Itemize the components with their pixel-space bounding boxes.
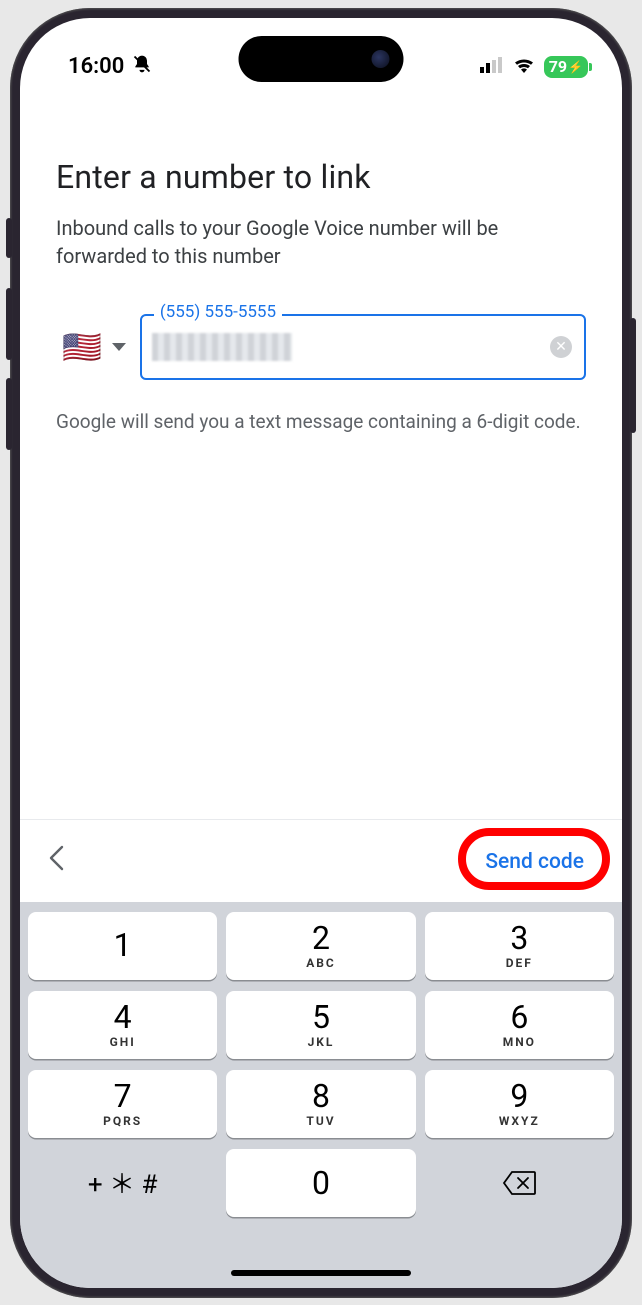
battery-level: 79 [549,57,567,76]
key-letters: JKL [308,1035,335,1049]
do-not-disturb-icon [132,54,152,80]
key-2[interactable]: 2 ABC [226,912,415,980]
phone-input-container: (555) 555-5555 ✕ [140,314,586,380]
key-digit: 6 [510,1001,528,1033]
phone-input-label: (555) 555-5555 [154,302,282,322]
key-3[interactable]: 3 DEF [425,912,614,980]
key-letters: TUV [306,1114,335,1128]
key-8[interactable]: 8 TUV [226,1070,415,1138]
key-letters: PQRS [103,1114,142,1128]
send-code-button[interactable]: Send code [471,840,598,884]
flag-icon: 🇺🇸 [62,328,102,366]
key-letters: GHI [110,1035,136,1049]
key-9[interactable]: 9 WXYZ [425,1070,614,1138]
key-backspace[interactable] [425,1149,614,1217]
key-letters: ABC [306,956,336,970]
power-button [630,318,636,433]
chevron-left-icon [48,845,64,871]
key-digit: 9 [510,1080,528,1112]
key-digit: 8 [312,1080,330,1112]
page-subtitle: Inbound calls to your Google Voice numbe… [56,214,586,270]
clear-input-button[interactable]: ✕ [550,336,572,358]
wifi-icon [512,54,536,79]
charging-icon: ⚡ [568,60,583,74]
volume-down-button [6,378,12,450]
phone-frame: 16:00 79⚡ Enter a number to link Inbound… [10,8,632,1298]
key-digit: 0 [312,1167,330,1199]
home-indicator[interactable] [231,1270,411,1276]
key-digit: 4 [114,1001,132,1033]
key-letters: DEF [506,956,533,970]
battery-indicator: 79⚡ [544,56,588,78]
volume-up-button [6,288,12,360]
backspace-icon [502,1170,536,1196]
front-camera-icon [372,50,390,68]
key-digit: 2 [312,922,330,954]
key-letters: MNO [503,1035,536,1049]
country-select[interactable]: 🇺🇸 [56,328,126,366]
cellular-signal-icon [480,54,504,79]
chevron-down-icon [112,343,126,351]
phone-input-row: 🇺🇸 (555) 555-5555 ✕ [56,314,586,380]
back-button[interactable] [48,844,64,879]
numeric-keyboard: 1 2 ABC 3 DEF 4 GHI 5 JKL 6 MNO 7 PQRS 8 TUV 9 W… [20,902,622,1288]
side-button [6,218,12,258]
close-icon: ✕ [555,340,567,354]
key-symbols[interactable]: + ＊ # [28,1149,217,1217]
key-7[interactable]: 7 PQRS [28,1070,217,1138]
key-letters: WXYZ [499,1114,540,1128]
bottom-action-bar: Send code [20,819,622,902]
helper-text: Google will send you a text message cont… [56,408,586,436]
key-1[interactable]: 1 [28,912,217,980]
key-digit: 1 [114,929,132,961]
symbols-label: + ＊ # [88,1164,158,1201]
key-6[interactable]: 6 MNO [425,991,614,1059]
screen: 16:00 79⚡ Enter a number to link Inbound… [20,18,622,1288]
page-title: Enter a number to link [56,158,586,196]
main-content: Enter a number to link Inbound calls to … [20,88,622,819]
dynamic-island [239,36,404,82]
key-digit: 7 [114,1080,132,1112]
key-digit: 5 [312,1001,330,1033]
redacted-value [152,333,292,361]
status-time: 16:00 [68,54,124,79]
key-0[interactable]: 0 [226,1149,415,1217]
key-5[interactable]: 5 JKL [226,991,415,1059]
key-4[interactable]: 4 GHI [28,991,217,1059]
key-digit: 3 [510,922,528,954]
